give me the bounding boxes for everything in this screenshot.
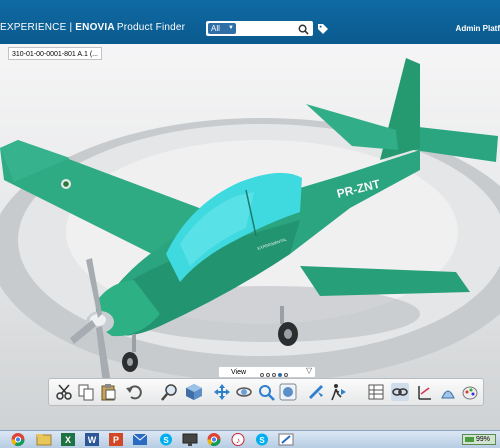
chevron-down-icon[interactable]: ▽ xyxy=(306,366,312,375)
pager-dot-active[interactable] xyxy=(278,373,282,377)
brand-app: ENOVIA xyxy=(75,22,115,33)
action-toolbar xyxy=(48,378,484,406)
palette-icon[interactable] xyxy=(461,383,479,401)
skype-icon[interactable]: S xyxy=(252,432,272,447)
svg-text:W: W xyxy=(88,435,97,445)
svg-text:S: S xyxy=(163,436,169,445)
explorer-icon[interactable] xyxy=(34,432,54,447)
search-input[interactable] xyxy=(238,22,296,34)
word-icon[interactable]: W xyxy=(82,432,102,447)
brand-title: EXPERIENCE | ENOVIA Product Finder xyxy=(0,22,185,33)
search-scope-dropdown[interactable]: All ▼ xyxy=(208,23,236,34)
svg-text:♪: ♪ xyxy=(236,436,240,445)
outlook-icon[interactable] xyxy=(130,432,150,447)
copy-icon[interactable] xyxy=(77,383,95,401)
brand-prefix: EXPERIENCE xyxy=(0,22,67,33)
brand-module[interactable]: Product Finder xyxy=(117,22,185,33)
main-gear-strut xyxy=(280,306,284,324)
axis-icon[interactable] xyxy=(415,383,433,401)
walk-icon[interactable] xyxy=(329,383,347,401)
tab-product[interactable]: 310-01-00-0001-801 A.1 (... xyxy=(8,47,102,60)
pager-dot[interactable] xyxy=(260,373,264,377)
view-strip[interactable]: View xyxy=(218,366,316,378)
nose-wheel-hub xyxy=(127,358,133,366)
battery-percent: 99% xyxy=(476,436,491,443)
brand-separator: | xyxy=(69,22,73,33)
battery-indicator[interactable]: 99% xyxy=(462,434,496,445)
rotate-icon[interactable] xyxy=(235,383,253,401)
render-style-icon[interactable] xyxy=(279,383,297,401)
wing-roundel-center xyxy=(63,181,69,187)
zoom-icon[interactable] xyxy=(161,383,179,401)
powerpoint-icon[interactable]: P xyxy=(106,432,126,447)
svg-text:X: X xyxy=(65,435,71,445)
skype-icon[interactable]: S xyxy=(156,432,176,447)
itunes-icon[interactable]: ♪ xyxy=(228,432,248,447)
chrome-icon[interactable] xyxy=(204,432,224,447)
cut-icon[interactable] xyxy=(55,383,73,401)
chevron-down-icon: ▼ xyxy=(228,25,234,31)
os-taskbar: X W P S ♪ S 99% xyxy=(0,430,500,448)
pager-dot[interactable] xyxy=(272,373,276,377)
svg-text:P: P xyxy=(113,435,119,445)
sectioning-icon[interactable] xyxy=(439,383,457,401)
grid-icon[interactable] xyxy=(367,383,385,401)
paste-icon[interactable] xyxy=(99,383,117,401)
link-icon[interactable] xyxy=(391,383,409,401)
pan-icon[interactable] xyxy=(213,383,231,401)
fly-icon[interactable] xyxy=(307,383,325,401)
search-scope-label: All xyxy=(211,24,220,33)
view-cube-icon[interactable] xyxy=(185,383,203,401)
tag-icon[interactable] xyxy=(317,22,329,40)
excel-icon[interactable]: X xyxy=(58,432,78,447)
pager-dot[interactable] xyxy=(266,373,270,377)
battery-icon xyxy=(465,437,474,442)
zoom-area-icon[interactable] xyxy=(257,383,275,401)
svg-text:S: S xyxy=(259,436,265,445)
pager-dot[interactable] xyxy=(284,373,288,377)
search-icon[interactable] xyxy=(298,22,309,40)
chrome-icon[interactable] xyxy=(8,432,28,447)
monitor-icon[interactable] xyxy=(180,432,200,447)
user-name[interactable]: Admin Platf xyxy=(456,24,500,33)
main-wheel-hub xyxy=(284,329,292,339)
app-header: EXPERIENCE | ENOVIA Product Finder All ▼ Adm… xyxy=(0,0,500,44)
undo-icon[interactable] xyxy=(125,383,143,401)
paint-icon[interactable] xyxy=(276,432,296,447)
nose-gear-strut xyxy=(132,334,136,352)
search-bar: All ▼ xyxy=(206,21,313,36)
